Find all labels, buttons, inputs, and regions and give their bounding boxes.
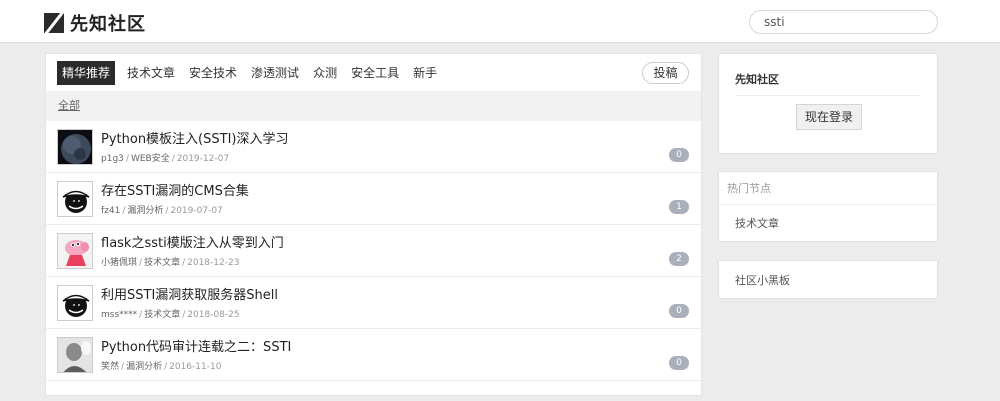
hat-sketch-avatar-icon bbox=[58, 182, 92, 216]
login-button[interactable]: 现在登录 bbox=[796, 104, 862, 130]
tab-tech-articles[interactable]: 技术文章 bbox=[127, 61, 175, 85]
logo-icon bbox=[44, 13, 64, 33]
post-date: 2019-07-07 bbox=[170, 206, 223, 216]
post-meta: fz41/漏洞分析/2019-07-07 bbox=[101, 206, 223, 216]
post-title[interactable]: flask之ssti模版注入从零到入门 bbox=[101, 232, 284, 251]
tab-security-tools[interactable]: 安全工具 bbox=[351, 61, 399, 85]
hat-sketch-avatar-icon bbox=[58, 286, 92, 320]
post-category[interactable]: 技术文章 bbox=[144, 258, 180, 268]
search-input[interactable] bbox=[749, 10, 938, 34]
post-author[interactable]: p1g3 bbox=[101, 154, 124, 164]
avatar[interactable] bbox=[57, 181, 93, 217]
list-item: 存在SSTI漏洞的CMS合集 fz41/漏洞分析/2019-07-07 1 bbox=[46, 173, 701, 225]
pig-avatar-icon bbox=[58, 234, 92, 268]
avatar[interactable] bbox=[57, 285, 93, 321]
tab-pentest[interactable]: 渗透测试 bbox=[251, 61, 299, 85]
logo-text: 先知社区 bbox=[70, 14, 146, 35]
post-meta: 笑然 / 漏洞分析/2016-11-10 bbox=[101, 362, 222, 372]
hot-nodes-header: 热门节点 bbox=[719, 172, 937, 205]
post-title[interactable]: 利用SSTI漏洞获取服务器Shell bbox=[101, 284, 278, 303]
list-item: 利用SSTI漏洞获取服务器Shell mss**** / 技术文章/2018-08-… bbox=[46, 277, 701, 329]
post-category[interactable]: 漏洞分析 bbox=[126, 362, 162, 372]
tab-featured[interactable]: 精华推荐 bbox=[57, 60, 116, 85]
post-author[interactable]: 笑然 bbox=[101, 362, 119, 372]
post-title[interactable]: Python代码审计连载之二：SSTI bbox=[101, 336, 291, 355]
comment-count-badge: 0 bbox=[669, 148, 689, 162]
submit-post-button[interactable]: 投稿 bbox=[642, 62, 689, 84]
list-item: Python代码审计连载之二：SSTI 笑然 / 漏洞分析/2016-11-10 0 bbox=[46, 329, 701, 381]
filter-all-link[interactable]: 全部 bbox=[58, 99, 80, 112]
avatar[interactable] bbox=[57, 337, 93, 373]
community-login-card: 先知社区 现在登录 bbox=[718, 53, 938, 154]
category-tabs: 精华推荐 技术文章 安全技术 渗透测试 众测 安全工具 新手 bbox=[46, 54, 701, 91]
site-logo[interactable]: 先知社区 bbox=[44, 10, 146, 36]
avatar[interactable] bbox=[57, 129, 93, 165]
post-meta: 小猪佩琪 / 技术文章/2018-12-23 bbox=[101, 258, 240, 268]
post-date: 2018-12-23 bbox=[187, 258, 240, 268]
post-author[interactable]: fz41 bbox=[101, 206, 120, 216]
list-item: flask之ssti模版注入从零到入门 小猪佩琪 / 技术文章/2018-12-23… bbox=[46, 225, 701, 277]
blackboard-card[interactable]: 社区小黑板 bbox=[718, 260, 938, 299]
post-date: 2019-12-07 bbox=[176, 154, 230, 164]
planet-avatar-icon bbox=[58, 130, 92, 164]
post-meta: mss**** / 技术文章/2018-08-25 bbox=[101, 310, 240, 320]
hot-node-item[interactable]: 技术文章 bbox=[719, 205, 937, 242]
tab-security-tech[interactable]: 安全技术 bbox=[189, 61, 237, 85]
comment-count-badge: 1 bbox=[669, 200, 689, 214]
hot-nodes-card: 热门节点 技术文章 bbox=[718, 171, 938, 242]
article-list-panel: 精华推荐 技术文章 安全技术 渗透测试 众测 安全工具 新手 投稿 全部 Pyt… bbox=[45, 53, 702, 396]
post-title[interactable]: Python模板注入(SSTI)深入学习 bbox=[101, 128, 289, 147]
avatar[interactable] bbox=[57, 233, 93, 269]
blackboard-link[interactable]: 社区小黑板 bbox=[735, 274, 790, 287]
post-date: 2018-08-25 bbox=[187, 310, 240, 320]
tab-crowdtest[interactable]: 众测 bbox=[313, 61, 337, 85]
post-date: 2016-11-10 bbox=[169, 362, 222, 372]
comment-count-badge: 0 bbox=[669, 356, 689, 370]
post-category[interactable]: WEB安全 bbox=[131, 154, 170, 164]
post-author[interactable]: mss**** bbox=[101, 310, 137, 320]
tab-newbie[interactable]: 新手 bbox=[413, 61, 437, 85]
comment-count-badge: 0 bbox=[669, 304, 689, 318]
comment-count-badge: 2 bbox=[669, 252, 689, 266]
portrait-avatar-icon bbox=[58, 338, 92, 372]
post-category[interactable]: 技术文章 bbox=[144, 310, 180, 320]
post-meta: p1g3/WEB安全/2019-12-07 bbox=[101, 154, 230, 164]
divider bbox=[735, 95, 921, 96]
top-navbar: 先知社区 bbox=[0, 0, 1000, 43]
post-title[interactable]: 存在SSTI漏洞的CMS合集 bbox=[101, 180, 249, 199]
community-card-title: 先知社区 bbox=[735, 73, 779, 86]
post-author[interactable]: 小猪佩琪 bbox=[101, 258, 137, 268]
list-item: Python模板注入(SSTI)深入学习 p1g3/WEB安全/2019-12-… bbox=[46, 121, 701, 173]
post-category[interactable]: 漏洞分析 bbox=[127, 206, 163, 216]
filter-bar: 全部 bbox=[46, 91, 701, 121]
